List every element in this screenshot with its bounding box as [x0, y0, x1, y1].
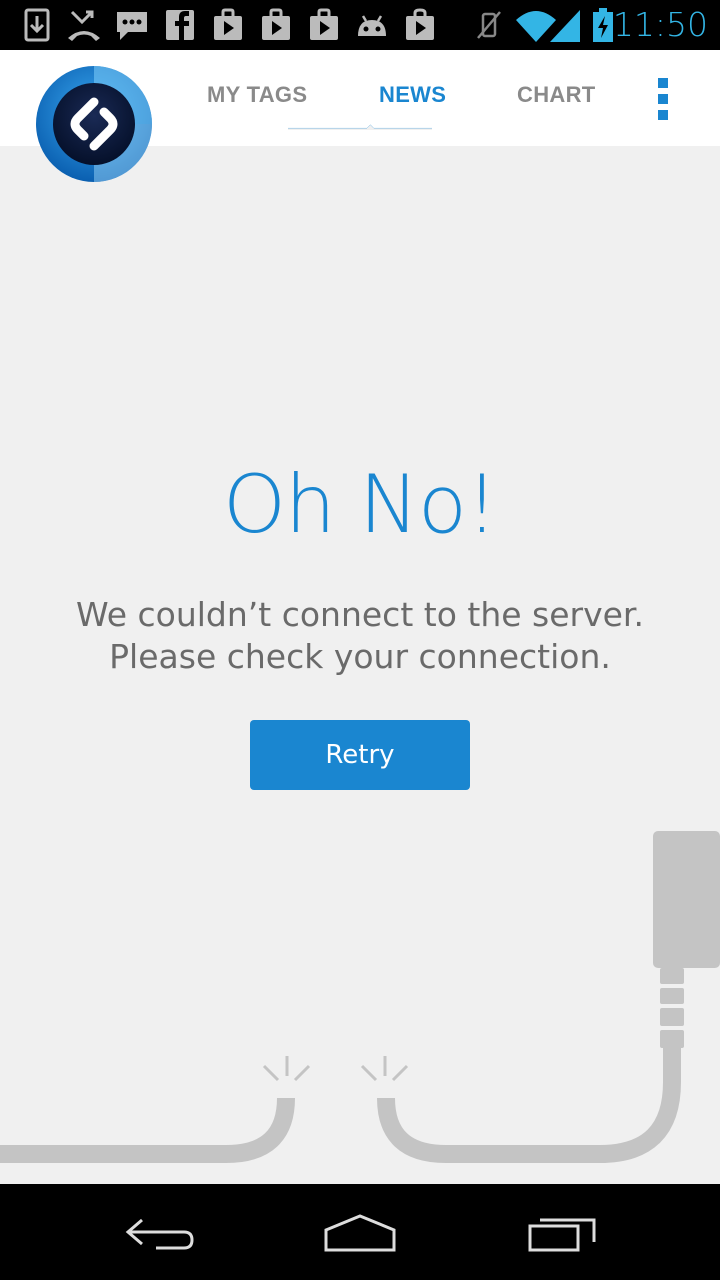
retry-button[interactable]: Retry: [250, 720, 470, 790]
back-icon[interactable]: [100, 1204, 220, 1260]
home-icon[interactable]: [300, 1204, 420, 1260]
android-icon: [358, 15, 386, 36]
tab-news[interactable]: NEWS: [379, 82, 446, 108]
overflow-menu-icon[interactable]: [652, 76, 674, 122]
error-message-line2: Please check your connection.: [109, 637, 611, 676]
download-icon: [24, 8, 50, 42]
error-message-line1: We couldn’t connect to the server.: [76, 595, 644, 634]
tab-chart[interactable]: CHART: [517, 82, 596, 108]
nav-bar: [0, 1184, 720, 1280]
message-icon: [117, 12, 147, 40]
play-store-icon: [262, 8, 290, 40]
shopping-bag-icon: [406, 8, 434, 40]
status-time: 11:50: [612, 5, 708, 44]
status-bar: 11:50: [0, 0, 720, 50]
signal-icon: [550, 10, 580, 42]
play-store-icon: [310, 8, 338, 40]
battery-charging-icon: [593, 8, 613, 42]
recent-apps-icon[interactable]: [502, 1204, 622, 1260]
play-store-icon: [214, 8, 242, 40]
shazam-logo-icon[interactable]: [34, 64, 154, 184]
missed-call-icon: [68, 10, 100, 41]
facebook-icon: [166, 10, 194, 40]
disconnected-cable-illustration: [0, 831, 720, 1163]
no-vibrate-icon: [477, 11, 501, 39]
tab-my-tags[interactable]: MY TAGS: [207, 82, 307, 108]
error-title: Oh No!: [223, 458, 498, 551]
